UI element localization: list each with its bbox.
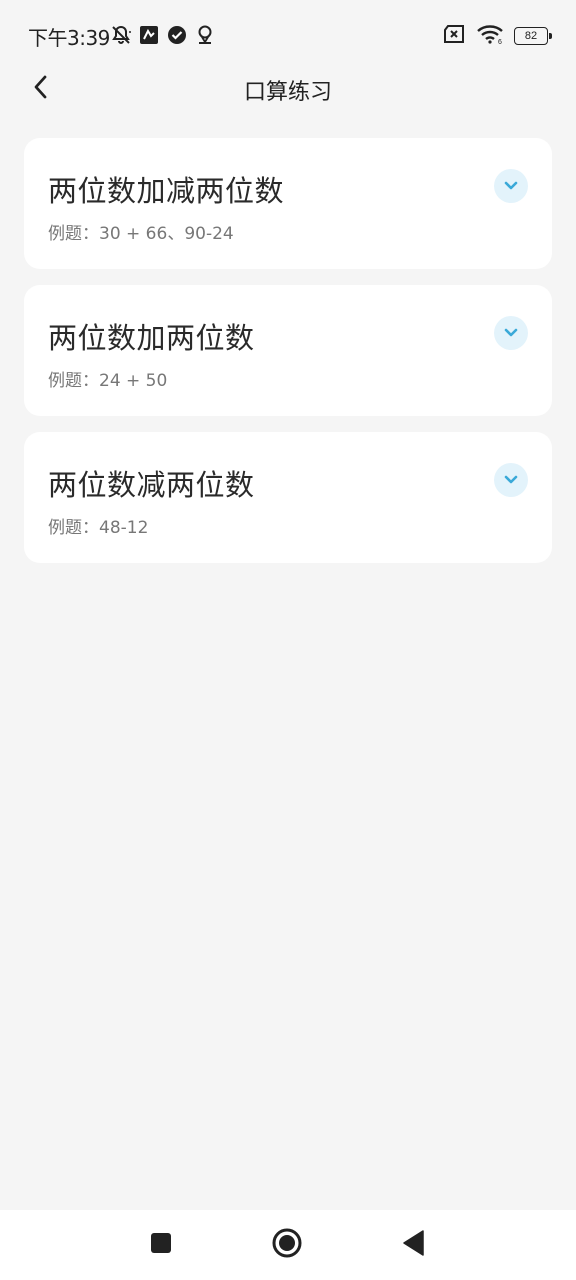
app-notification-icon (138, 24, 160, 46)
exercise-list: 两位数加减两位数 例题：30 + 66、90-24 两位数加两位数 例题：24 … (24, 138, 552, 579)
app-header: 口算练习 (0, 62, 576, 114)
notifications-off-icon (110, 24, 132, 46)
status-icons-right: 6 82 (442, 24, 552, 48)
sim-error-icon (442, 24, 466, 48)
home-button[interactable] (270, 1228, 304, 1262)
exercise-title: 两位数减两位数 (48, 468, 255, 502)
expand-button[interactable] (494, 169, 528, 203)
status-icons-left (110, 24, 216, 46)
chevron-down-icon (503, 177, 519, 196)
exercise-title: 两位数加减两位数 (48, 174, 285, 208)
recents-square-icon (149, 1231, 173, 1259)
status-time: 下午3:39 (28, 26, 110, 50)
battery-icon: 82 (514, 27, 552, 45)
exercise-example: 例题：24 + 50 (48, 371, 168, 391)
exercise-example: 例题：48-12 (48, 518, 149, 538)
chevron-down-icon (503, 471, 519, 490)
back-triangle-icon (401, 1230, 425, 1260)
location-icon (194, 24, 216, 46)
exercise-card[interactable]: 两位数加减两位数 例题：30 + 66、90-24 (24, 138, 552, 269)
exercise-title: 两位数加两位数 (48, 321, 255, 355)
expand-button[interactable] (494, 463, 528, 497)
home-circle-icon (271, 1227, 303, 1263)
exercise-card[interactable]: 两位数减两位数 例题：48-12 (24, 432, 552, 563)
exercise-example: 例题：30 + 66、90-24 (48, 224, 234, 244)
exercise-card[interactable]: 两位数加两位数 例题：24 + 50 (24, 285, 552, 416)
chevron-down-icon (503, 324, 519, 343)
system-navigation-bar (0, 1210, 576, 1280)
page-title: 口算练习 (243, 80, 332, 105)
check-badge-icon (166, 24, 188, 46)
recents-button[interactable] (144, 1228, 178, 1262)
svg-text:6: 6 (498, 39, 502, 44)
wifi-icon: 6 (476, 24, 504, 48)
system-back-button[interactable] (396, 1228, 430, 1262)
expand-button[interactable] (494, 316, 528, 350)
